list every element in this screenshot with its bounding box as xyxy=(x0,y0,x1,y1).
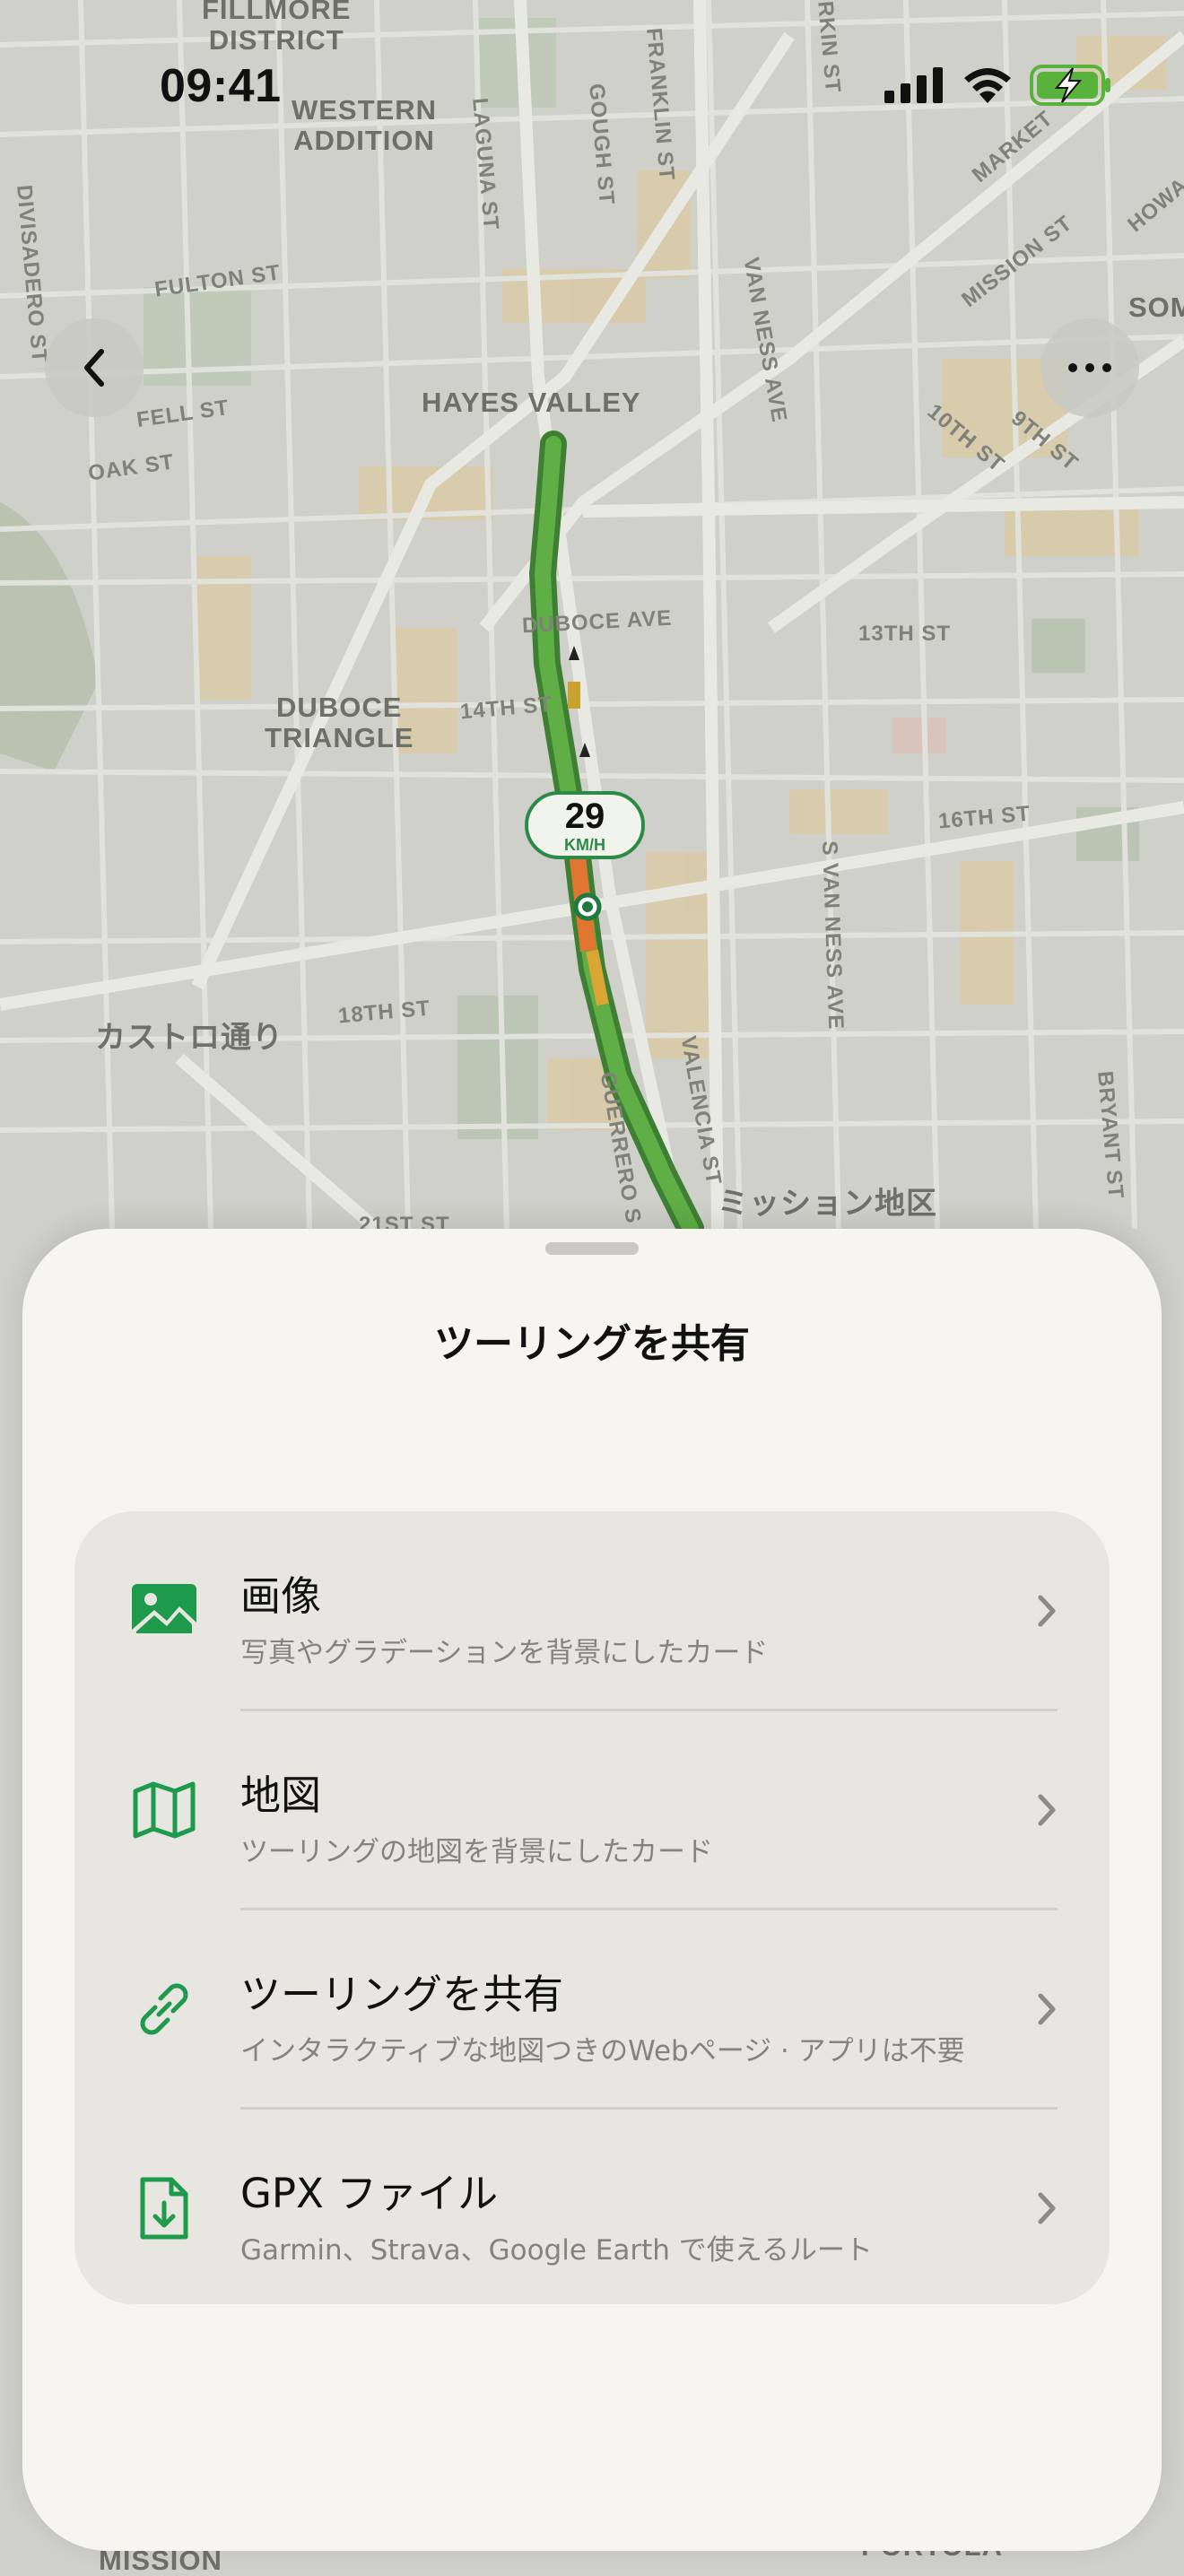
cellular-signal-icon xyxy=(884,67,943,103)
share-option-image[interactable]: 画像 写真やグラデーションを背景にしたカード xyxy=(74,1511,1110,1710)
wifi-icon xyxy=(964,68,1011,103)
share-options-list: 画像 写真やグラデーションを背景にしたカード 地図 ツーリングの地図を背景にした… xyxy=(74,1511,1110,2304)
option-title: ツーリングを共有 xyxy=(240,1971,564,2018)
share-option-gpx-file[interactable]: GPX ファイル Garmin、Strava、Google Earth で使える… xyxy=(74,2109,1110,2304)
chevron-right-icon xyxy=(1038,2192,1056,2224)
status-icons xyxy=(884,65,1112,106)
share-option-link[interactable]: ツーリングを共有 インタラクティブな地図つきのWebページ · アプリは不要 xyxy=(74,1910,1110,2109)
speed-value: 29 xyxy=(564,796,605,836)
more-options-button[interactable] xyxy=(1040,318,1139,417)
option-title: 地図 xyxy=(240,1771,322,1819)
option-subtitle: 写真やグラデーションを背景にしたカード xyxy=(240,1637,769,1669)
link-icon xyxy=(128,1973,200,2045)
sheet-title: ツーリングを共有 xyxy=(434,1321,750,1367)
battery-charging-icon xyxy=(1030,65,1110,106)
neighborhood-label: ミッション地区 xyxy=(718,1187,937,1221)
neighborhood-label: カストロ通り xyxy=(95,1021,283,1055)
share-sheet: ツーリングを共有 画像 写真やグラデーションを背景にしたカード 地図 ツーリング… xyxy=(22,1229,1162,2551)
chevron-right-icon xyxy=(1038,1794,1056,1826)
chevron-left-icon xyxy=(84,349,104,387)
option-subtitle: ツーリングの地図を背景にしたカード xyxy=(240,1836,713,1868)
district-label: SOM xyxy=(1128,292,1184,323)
district-label: DUBOCE TRIANGLE xyxy=(265,692,414,753)
option-title: 画像 xyxy=(240,1572,322,1620)
option-subtitle: Garmin、Strava、Google Earth で使えるルート xyxy=(240,2234,873,2267)
chevron-right-icon xyxy=(1038,1595,1056,1627)
share-option-map[interactable]: 地図 ツーリングの地図を背景にしたカード xyxy=(74,1710,1110,1910)
option-title: GPX ファイル xyxy=(240,2170,499,2217)
gpx-file-icon xyxy=(128,2172,200,2244)
chevron-right-icon xyxy=(1038,1993,1056,2025)
district-label: WESTERN ADDITION xyxy=(292,94,437,156)
street-label: 13TH ST xyxy=(858,622,952,646)
district-label: FILLMORE DISTRICT xyxy=(202,0,352,56)
speed-badge: 29 KM/H xyxy=(525,791,645,859)
back-button[interactable] xyxy=(45,318,144,417)
ellipsis-icon xyxy=(1068,363,1111,372)
option-subtitle: インタラクティブな地図つきのWebページ · アプリは不要 xyxy=(240,2035,965,2067)
sheet-grabber[interactable] xyxy=(545,1242,639,1255)
map-icon xyxy=(128,1774,200,1846)
status-time: 09:41 xyxy=(160,60,282,112)
image-icon xyxy=(128,1575,200,1647)
speed-unit: KM/H xyxy=(564,836,605,854)
district-label: HAYES VALLEY xyxy=(422,387,641,418)
